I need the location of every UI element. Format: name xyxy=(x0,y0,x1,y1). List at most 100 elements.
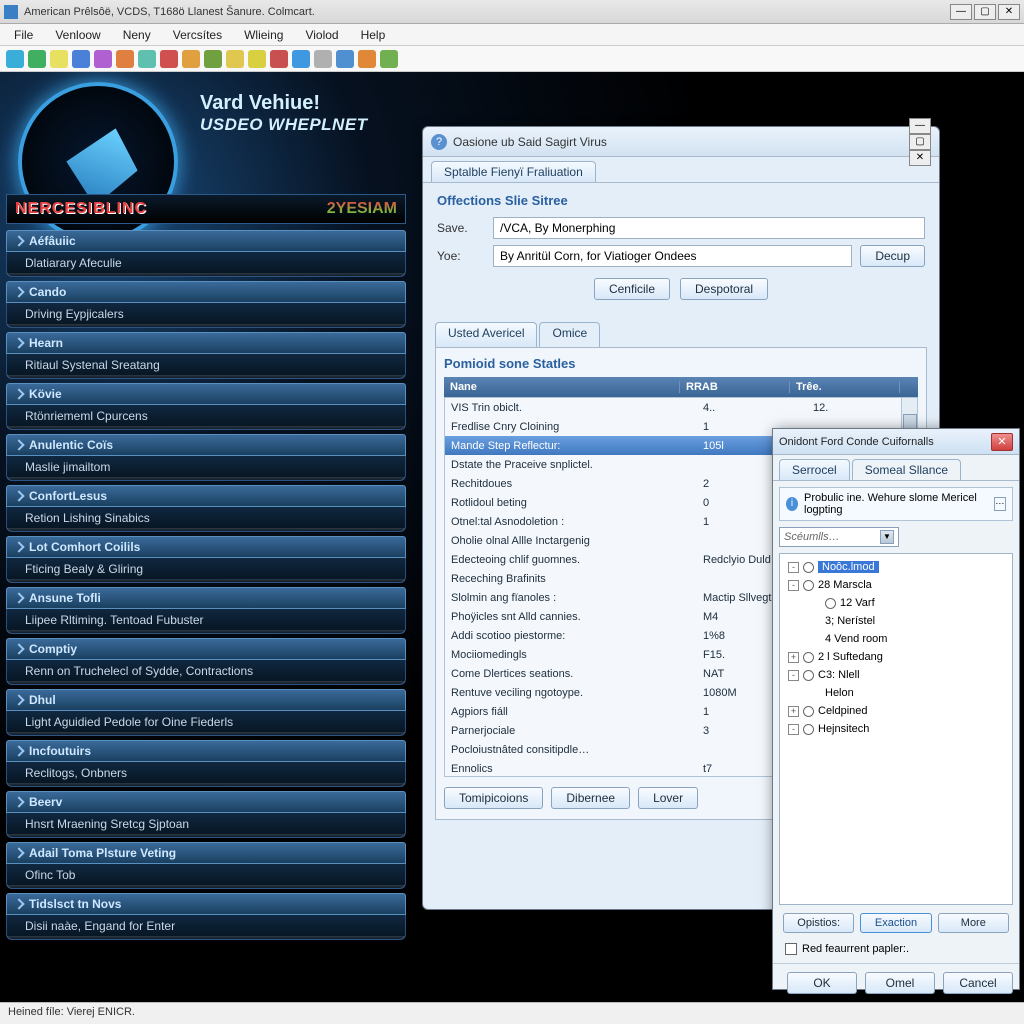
sidebar-head-4[interactable]: Anulentic Coïs xyxy=(6,434,406,456)
menu-help[interactable]: Help xyxy=(351,26,396,44)
sidebar-head-12[interactable]: Adail Toma Plsture Veting xyxy=(6,842,406,864)
sidebar-head-1[interactable]: Cando xyxy=(6,281,406,303)
tree-item[interactable]: 4 Vend room xyxy=(782,630,1010,648)
expand-icon[interactable]: - xyxy=(788,562,799,573)
expand-icon[interactable]: - xyxy=(788,580,799,591)
col-tree[interactable]: Trêe. xyxy=(790,381,900,393)
radio-icon[interactable] xyxy=(803,580,814,591)
dibernee-button[interactable]: Dibernee xyxy=(551,787,630,809)
sidebar-head-3[interactable]: Kövie xyxy=(6,383,406,405)
dialog-maximize-button[interactable]: ▢ xyxy=(909,134,931,150)
toolbar-icon-5[interactable] xyxy=(116,50,134,68)
toolbar-icon-7[interactable] xyxy=(160,50,178,68)
expand-icon[interactable]: + xyxy=(788,706,799,717)
tree-item[interactable]: +2 l Suftedang xyxy=(782,648,1010,666)
expand-icon[interactable]: - xyxy=(788,670,799,681)
sidebar-body-7[interactable]: Liipee Rltiming. Tentoad Fubuster xyxy=(6,609,406,634)
dialog-minimize-button[interactable]: — xyxy=(909,118,931,134)
tab-omice[interactable]: Omice xyxy=(539,322,600,347)
sidebar-head-8[interactable]: Comptiy xyxy=(6,638,406,660)
tree-item[interactable]: Helon xyxy=(782,684,1010,702)
sidebar-body-8[interactable]: Renn on Truchelecl of Sydde, Contraction… xyxy=(6,660,406,685)
sidebar-head-7[interactable]: Ansune Tofli xyxy=(6,587,406,609)
tree-item[interactable]: -28 Marscla xyxy=(782,576,1010,594)
tab-serrocel[interactable]: Serrocel xyxy=(779,459,850,480)
save-input[interactable] xyxy=(493,217,925,239)
filter-combo[interactable]: Scéumlls… ▼ xyxy=(779,527,899,547)
menu-file[interactable]: File xyxy=(4,26,43,44)
sidebar-head-5[interactable]: ConfortLesus xyxy=(6,485,406,507)
tree-item[interactable]: -Hejnsitech xyxy=(782,720,1010,738)
radio-icon[interactable] xyxy=(803,706,814,717)
lover-button[interactable]: Lover xyxy=(638,787,698,809)
sidebar-body-9[interactable]: Light Aguidied Pedole for Oine Fiederls xyxy=(6,711,406,736)
sidebar-body-0[interactable]: Dlatiarary Afeculie xyxy=(6,252,406,277)
more-button[interactable]: More xyxy=(938,913,1009,933)
expand-icon[interactable]: + xyxy=(788,652,799,663)
radio-icon[interactable] xyxy=(803,670,814,681)
tab-usted[interactable]: Usted Avericel xyxy=(435,322,537,347)
radio-icon[interactable] xyxy=(803,724,814,735)
tomipicoions-button[interactable]: Tomipicoions xyxy=(444,787,543,809)
sidebar-head-2[interactable]: Hearn xyxy=(6,332,406,354)
ok-button[interactable]: OK xyxy=(787,972,857,994)
sidebar-body-11[interactable]: Hnsrt Mraening Sretcg Sjptoan xyxy=(6,813,406,838)
red-paper-checkbox[interactable] xyxy=(785,943,797,955)
toolbar-icon-15[interactable] xyxy=(336,50,354,68)
dialog-conditions-close-button[interactable]: ✕ xyxy=(991,433,1013,451)
toolbar-icon-12[interactable] xyxy=(270,50,288,68)
options-button[interactable]: Opistios: xyxy=(783,913,854,933)
tree-item[interactable]: 3; Nerístel xyxy=(782,612,1010,630)
minimize-button[interactable]: — xyxy=(950,4,972,20)
toolbar-icon-8[interactable] xyxy=(182,50,200,68)
yoe-input[interactable] xyxy=(493,245,852,267)
sidebar-body-6[interactable]: Fticing Bealy & Gliring xyxy=(6,558,406,583)
menu-venloow[interactable]: Venloow xyxy=(45,26,110,44)
radio-icon[interactable] xyxy=(803,562,814,573)
menu-neny[interactable]: Neny xyxy=(113,26,161,44)
sidebar-body-5[interactable]: Retion Lishing Sinabics xyxy=(6,507,406,532)
sidebar-body-4[interactable]: Maslie jimailtom xyxy=(6,456,406,481)
sidebar-body-12[interactable]: Ofinc Tob xyxy=(6,864,406,889)
sidebar-head-10[interactable]: Incfoutuirs xyxy=(6,740,406,762)
cenficile-button[interactable]: Cenficile xyxy=(594,278,670,300)
omel-button[interactable]: Omel xyxy=(865,972,935,994)
toolbar-icon-13[interactable] xyxy=(292,50,310,68)
menu-wlieing[interactable]: Wlieing xyxy=(234,26,293,44)
tree-item[interactable]: +Celdpined xyxy=(782,702,1010,720)
dialog-close-button[interactable]: ✕ xyxy=(909,150,931,166)
toolbar-icon-14[interactable] xyxy=(314,50,332,68)
info-expand-button[interactable]: ⋯ xyxy=(994,497,1006,511)
toolbar-icon-2[interactable] xyxy=(50,50,68,68)
menu-violod[interactable]: Violod xyxy=(295,26,348,44)
menu-vercsítes[interactable]: Vercsítes xyxy=(163,26,232,44)
col-rrab[interactable]: RRAB xyxy=(680,381,790,393)
toolbar-icon-0[interactable] xyxy=(6,50,24,68)
despotoral-button[interactable]: Despotoral xyxy=(680,278,768,300)
tree-item[interactable]: -Noôc.lmod xyxy=(782,558,1010,576)
sidebar-body-1[interactable]: Driving Eypjicalers xyxy=(6,303,406,328)
tree-item[interactable]: 12 Varf xyxy=(782,594,1010,612)
close-button[interactable]: ✕ xyxy=(998,4,1020,20)
tab-evaluation[interactable]: Sptalble Fienyï Fraliuation xyxy=(431,161,596,182)
dialog-settings-titlebar[interactable]: ? Oasione ub Said Sagirt Virus — ▢ ✕ xyxy=(423,127,939,157)
table-row[interactable]: VIS Trin obiclt.4..12. xyxy=(445,398,917,417)
decup-button[interactable]: Decup xyxy=(860,245,925,267)
tab-someal[interactable]: Someal Sllance xyxy=(852,459,961,480)
toolbar-icon-10[interactable] xyxy=(226,50,244,68)
sidebar-body-10[interactable]: Reclitogs, Onbners xyxy=(6,762,406,787)
toolbar-icon-11[interactable] xyxy=(248,50,266,68)
toolbar-icon-3[interactable] xyxy=(72,50,90,68)
dialog-conditions-titlebar[interactable]: Onidont Ford Conde Cuifornalls ✕ xyxy=(773,429,1019,455)
sidebar-body-3[interactable]: Rtönriememl Cpurcens xyxy=(6,405,406,430)
sidebar-head-6[interactable]: Lot Comhort Coilils xyxy=(6,536,406,558)
toolbar-icon-6[interactable] xyxy=(138,50,156,68)
sidebar-head-11[interactable]: Beerv xyxy=(6,791,406,813)
toolbar-icon-9[interactable] xyxy=(204,50,222,68)
sidebar-head-13[interactable]: Tidslsct tn Novs xyxy=(6,893,406,915)
maximize-button[interactable]: ▢ xyxy=(974,4,996,20)
col-name[interactable]: Nane xyxy=(444,381,680,393)
sidebar-body-2[interactable]: Ritiaul Systenal Sreatang xyxy=(6,354,406,379)
toolbar-icon-1[interactable] xyxy=(28,50,46,68)
tree-item[interactable]: -C3: Nlell xyxy=(782,666,1010,684)
